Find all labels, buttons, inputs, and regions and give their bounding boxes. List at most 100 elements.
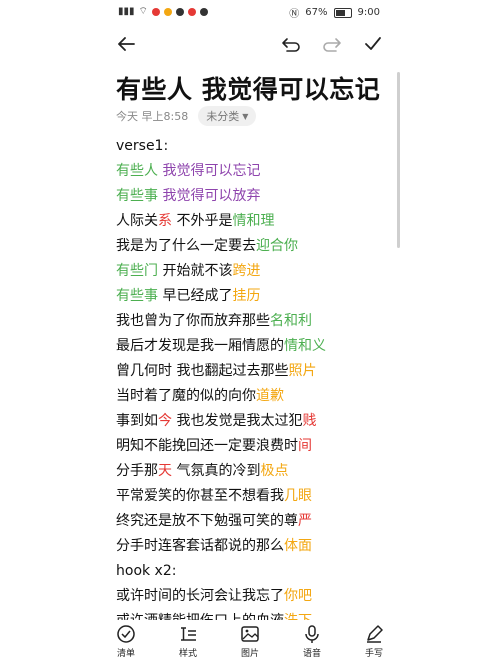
note-text-segment: 平常爱笑的你甚至不想看我	[116, 488, 284, 504]
note-line: 最后才发现是我一厢情愿的情和义	[116, 334, 406, 359]
note-body[interactable]: verse1: 有些人 我觉得可以忘记 有些事 我觉得可以放弃 人际关系 不外乎是情和…	[116, 134, 406, 620]
note-text-segment: 开始就不该	[158, 263, 233, 279]
category-label: 未分类	[206, 110, 240, 123]
note-text-segment: 情和理	[232, 213, 275, 229]
note-line: 有些事 我觉得可以放弃	[116, 184, 406, 209]
note-text-segment: 我觉得可以放弃	[162, 188, 261, 204]
note-text-segment: 跨进	[232, 263, 261, 279]
voice-button[interactable]: 语音	[292, 624, 332, 659]
note-line: verse1:	[116, 134, 406, 159]
checklist-icon	[117, 625, 135, 643]
note-text-segment: 我也发觉是我太过犯	[172, 413, 303, 429]
image-icon	[241, 626, 259, 642]
note-text-segment: 间	[298, 438, 312, 454]
note-text-segment: 贱	[302, 413, 317, 429]
note-text-segment: 终究还是放不下勉强可笑的尊	[116, 513, 298, 529]
microphone-icon	[305, 625, 319, 643]
note-line: 有些事 早已经成了挂历	[116, 284, 406, 309]
note-text-segment: 早已经成了	[158, 288, 233, 304]
redo-button[interactable]	[318, 30, 346, 58]
note-text-segment: 挂历	[232, 288, 261, 304]
status-bar: ▮▮▮ ⌔ Ⓝ 67% 9:00	[0, 0, 500, 24]
note-text-segment: 几眼	[284, 488, 312, 504]
category-dropdown[interactable]: 未分类 ▼	[198, 106, 257, 126]
note-line: 有些人 我觉得可以忘记	[116, 159, 406, 184]
tab-label: 样式	[178, 649, 197, 659]
note-line: 分手那天 气氛真的冷到极点	[116, 459, 406, 484]
note-text-segment: hook x2:	[116, 563, 177, 579]
note-line: 事到如今 我也发觉是我太过犯贱	[116, 409, 406, 434]
note-line: 我也曾为了你而放弃那些名和利	[116, 309, 406, 334]
note-text-segment: 有些事	[116, 188, 163, 204]
note-line: 我是为了什么一定要去迎合你	[116, 234, 406, 259]
note-text-segment: 系	[158, 213, 172, 229]
note-text-segment: 你吧	[284, 588, 312, 604]
note-text-segment: 体面	[284, 538, 312, 554]
note-text-segment: 洗下	[284, 613, 312, 620]
note-line: 曾几何时 我也翻起过去那些照片	[116, 359, 406, 384]
text-style-icon	[181, 627, 196, 641]
note-text-segment: 分手那	[116, 463, 158, 479]
tab-label: 语音	[302, 649, 321, 659]
note-text-segment: 当时着了魔的似的向你	[116, 388, 256, 404]
note-line: 明知不能挽回还一定要浪费时间	[116, 434, 406, 459]
handwriting-icon	[367, 625, 383, 643]
note-line: hook x2:	[116, 559, 406, 584]
note-text-segment: 天	[158, 463, 172, 479]
note-text-segment: 或许时间的长河会让我忘了	[116, 588, 284, 604]
note-text-segment: 今	[158, 413, 172, 429]
note-text-segment: 有些门	[116, 263, 158, 279]
note-line: 分手时连客套话都说的那么体面	[116, 534, 406, 559]
note-text-segment: 名和利	[270, 313, 312, 329]
note-line: 或许酒精能把伤口上的血液洗下	[116, 609, 406, 620]
tab-label: 清单	[116, 649, 135, 659]
battery-percent: 67%	[305, 7, 328, 18]
note-text-segment: 分手时连客套话都说的那么	[116, 538, 284, 554]
tab-label: 手写	[364, 649, 383, 659]
image-button[interactable]: 图片	[230, 624, 270, 659]
note-line: 有些门 开始就不该跨进	[116, 259, 406, 284]
note-text-segment: 最后才发现是我一厢情愿的	[116, 338, 284, 354]
note-line: 终究还是放不下勉强可笑的尊严	[116, 509, 406, 534]
chevron-down-icon: ▼	[242, 111, 249, 121]
note-line: 人际关系 不外乎是情和理	[116, 209, 406, 234]
notification-icon	[151, 7, 160, 16]
note-text-segment: 我也曾为了你而放弃那些	[116, 313, 270, 329]
note-meta: 今天 早上8:58 未分类 ▼	[116, 106, 257, 126]
note-text-segment: 迎合你	[256, 238, 298, 254]
editor-toolbar	[0, 30, 500, 64]
checklist-button[interactable]: 清单	[106, 624, 146, 659]
note-text-segment: 人际关	[116, 213, 158, 229]
note-title[interactable]: 有些人 我觉得可以忘记	[116, 70, 380, 106]
notification-icon	[175, 7, 184, 16]
undo-icon	[282, 38, 300, 52]
note-text-segment: 有些事	[116, 288, 158, 304]
note-line: 当时着了魔的似的向你道歉	[116, 384, 406, 409]
note-text-segment: 或许酒精能把伤口上的血液	[116, 613, 284, 620]
note-line: 平常爱笑的你甚至不想看我几眼	[116, 484, 406, 509]
note-text-segment: 道歉	[256, 388, 284, 404]
bottom-toolbar: 清单 样式 图片 语音 手写	[0, 620, 500, 666]
tab-label: 图片	[240, 649, 259, 659]
note-text-segment: 严	[298, 513, 312, 529]
note-line: 或许时间的长河会让我忘了你吧	[116, 584, 406, 609]
note-text-segment: 情和义	[284, 338, 326, 354]
handwriting-button[interactable]: 手写	[354, 624, 394, 659]
note-text-segment: 不外乎是	[172, 213, 233, 229]
signal-icon: ▮▮▮	[118, 6, 135, 17]
status-icons-left: ▮▮▮ ⌔	[118, 5, 208, 18]
save-button[interactable]	[359, 30, 387, 58]
status-icons-right: Ⓝ 67% 9:00	[289, 5, 380, 20]
note-text-segment: 极点	[260, 463, 289, 479]
style-button[interactable]: 样式	[168, 624, 208, 659]
notification-icon	[199, 7, 208, 16]
notification-icon	[163, 7, 172, 16]
back-button[interactable]	[112, 30, 140, 58]
note-text-segment: 有些人	[116, 163, 163, 179]
battery-icon	[333, 7, 352, 18]
note-text-segment: 事到如	[116, 413, 158, 429]
note-text-segment: 我是为了什么一定要去	[116, 238, 256, 254]
undo-button[interactable]	[277, 30, 305, 58]
note-text-segment: 我觉得可以忘记	[162, 163, 261, 179]
redo-icon	[323, 38, 341, 52]
